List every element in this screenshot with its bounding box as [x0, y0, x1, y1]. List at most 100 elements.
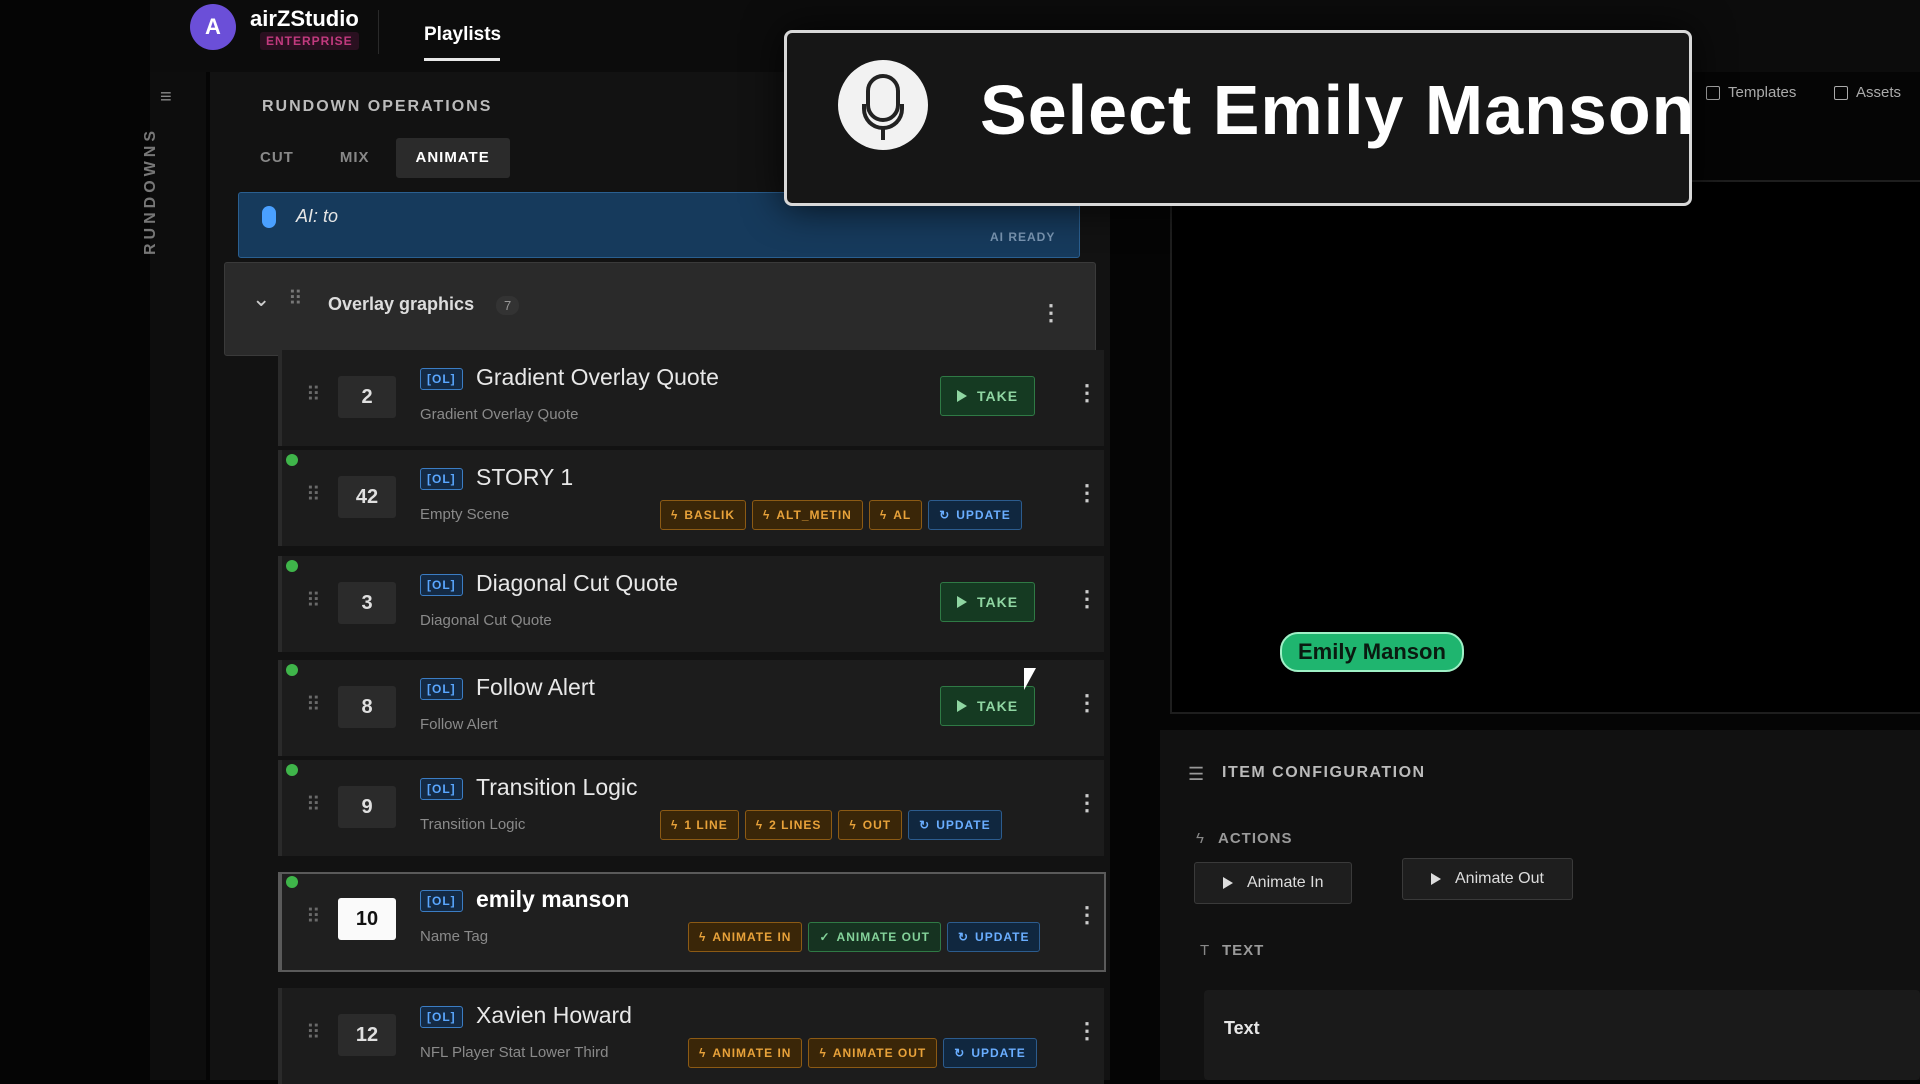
item-subtitle: Transition Logic — [420, 816, 526, 833]
play-icon — [957, 390, 967, 402]
item-menu-icon[interactable]: ⋮ — [1076, 790, 1098, 816]
item-menu-icon[interactable]: ⋮ — [1076, 690, 1098, 716]
action-chip[interactable]: ↻ UPDATE — [908, 810, 1002, 840]
check-icon: ✓ — [819, 930, 831, 944]
ai-command-input[interactable]: AI: to — [296, 206, 338, 227]
voice-command-text: Select Emily Manson — [980, 71, 1696, 149]
action-chip[interactable]: ϟ ANIMATE IN — [688, 1038, 803, 1068]
overlay-tag: [OL] — [420, 368, 463, 390]
mode-tabs: CUT MIX ANIMATE — [240, 138, 510, 178]
mode-tab-cut[interactable]: CUT — [240, 138, 314, 178]
item-title: Transition Logic — [476, 774, 638, 800]
item-subtitle: Empty Scene — [420, 506, 510, 523]
action-chip[interactable]: ↻ UPDATE — [928, 500, 1022, 530]
take-button[interactable]: TAKE — [940, 582, 1036, 622]
item-title: Follow Alert — [476, 674, 595, 700]
lightning-icon: ϟ — [849, 818, 857, 832]
rundowns-rail-label[interactable]: RUNDOWNS — [142, 127, 160, 255]
item-title: Gradient Overlay Quote — [476, 364, 719, 390]
play-icon — [957, 700, 967, 712]
rundown-operations-title: RUNDOWN OPERATIONS — [262, 98, 493, 115]
action-chip-label: ANIMATE OUT — [836, 930, 930, 944]
refresh-icon: ↻ — [954, 1046, 966, 1060]
item-menu-icon[interactable]: ⋮ — [1076, 586, 1098, 612]
item-title: STORY 1 — [476, 464, 574, 490]
chevron-down-icon[interactable]: ⌄ — [252, 286, 270, 312]
item-menu-icon[interactable]: ⋮ — [1076, 1018, 1098, 1044]
drag-handle-icon[interactable]: ⠿ — [306, 792, 321, 817]
group-menu-icon[interactable]: ⋮ — [1040, 300, 1062, 326]
preview-monitor — [1170, 180, 1920, 714]
item-menu-icon[interactable]: ⋮ — [1076, 380, 1098, 406]
assets-link[interactable]: Assets — [1834, 84, 1901, 101]
item-subtitle: Follow Alert — [420, 716, 498, 733]
templates-link[interactable]: Templates — [1706, 84, 1796, 101]
item-number: 3 — [338, 582, 396, 624]
text-type-icon: T — [1200, 942, 1210, 959]
refresh-icon: ↻ — [939, 508, 951, 522]
animate-in-button[interactable]: Animate In — [1194, 862, 1353, 904]
action-chip[interactable]: ϟ OUT — [838, 810, 903, 840]
drag-handle-icon[interactable]: ⠿ — [306, 1020, 321, 1045]
assets-label: Assets — [1856, 84, 1902, 101]
lightning-icon: ϟ — [1196, 830, 1204, 847]
action-chip[interactable]: ↻ UPDATE — [943, 1038, 1037, 1068]
action-chip[interactable]: ϟ BASLIK — [660, 500, 747, 530]
lightning-icon: ϟ — [671, 508, 679, 522]
collapse-sidebar-icon[interactable]: ≡ — [160, 86, 172, 109]
action-chip[interactable]: ϟ AL — [868, 500, 923, 530]
lightning-icon: ϟ — [819, 1046, 827, 1060]
animate-out-label: Animate Out — [1455, 870, 1544, 887]
item-menu-icon[interactable]: ⋮ — [1076, 902, 1098, 928]
rundown-item[interactable] — [278, 760, 1104, 856]
mic-post — [881, 128, 885, 140]
drag-handle-icon[interactable]: ⠿ — [306, 692, 321, 717]
tab-playlists[interactable]: Playlists — [424, 24, 501, 46]
text-field[interactable] — [1204, 990, 1920, 1080]
action-chip[interactable]: ✓ ANIMATE OUT — [808, 922, 941, 952]
animate-out-button[interactable]: Animate Out — [1402, 858, 1573, 900]
mode-tab-mix[interactable]: MIX — [320, 138, 390, 178]
rundown-item[interactable] — [278, 450, 1104, 546]
item-number: 8 — [338, 686, 396, 728]
drag-handle-icon[interactable]: ⠿ — [306, 482, 321, 507]
action-chip-label: UPDATE — [975, 930, 1030, 944]
action-chip[interactable]: ϟ ANIMATE IN — [688, 922, 803, 952]
take-button[interactable]: TAKE — [940, 686, 1036, 726]
ai-status-badge: AI READY — [990, 230, 1056, 244]
drag-handle-icon[interactable]: ⠿ — [306, 382, 321, 407]
drag-handle-icon[interactable]: ⠿ — [306, 588, 321, 613]
action-chip-label: 1 LINE — [684, 818, 728, 832]
item-number: 9 — [338, 786, 396, 828]
action-chip[interactable]: ϟ ALT_METIN — [752, 500, 863, 530]
item-menu-icon[interactable]: ⋮ — [1076, 480, 1098, 506]
mode-tab-animate[interactable]: ANIMATE — [395, 138, 510, 178]
overlay-tag: [OL] — [420, 890, 463, 912]
item-number: 10 — [338, 898, 396, 940]
action-chip[interactable]: ϟ 1 LINE — [660, 810, 739, 840]
live-indicator — [286, 764, 298, 776]
item-configuration-title: ITEM CONFIGURATION — [1222, 764, 1426, 781]
take-button[interactable]: TAKE — [940, 376, 1036, 416]
brand-name: airZStudio — [250, 6, 359, 31]
tab-active-indicator — [424, 58, 500, 61]
lightning-icon: ϟ — [671, 818, 679, 832]
grid-icon — [1706, 85, 1720, 100]
user-avatar[interactable]: A — [190, 4, 236, 50]
overlay-tag: [OL] — [420, 678, 463, 700]
action-chip[interactable]: ϟ ANIMATE OUT — [808, 1038, 938, 1068]
rundown-item[interactable] — [278, 988, 1104, 1084]
image-icon — [1834, 85, 1848, 100]
action-chips: ϟ ANIMATE IN ✓ ANIMATE OUT ↻ UPDATE — [688, 922, 1041, 952]
item-title: Xavien Howard — [476, 1002, 632, 1028]
item-number: 42 — [338, 476, 396, 518]
drag-handle-icon[interactable]: ⠿ — [288, 286, 303, 311]
lightning-icon: ϟ — [763, 508, 771, 522]
take-label: TAKE — [977, 594, 1019, 610]
action-chip[interactable]: ϟ 2 LINES — [744, 810, 833, 840]
action-chip-label: ANIMATE IN — [712, 1046, 792, 1060]
drag-handle-icon[interactable]: ⠿ — [306, 904, 321, 929]
action-chip[interactable]: ↻ UPDATE — [946, 922, 1041, 952]
microphone-icon[interactable] — [262, 206, 276, 228]
action-chip-label: BASLIK — [684, 508, 736, 522]
